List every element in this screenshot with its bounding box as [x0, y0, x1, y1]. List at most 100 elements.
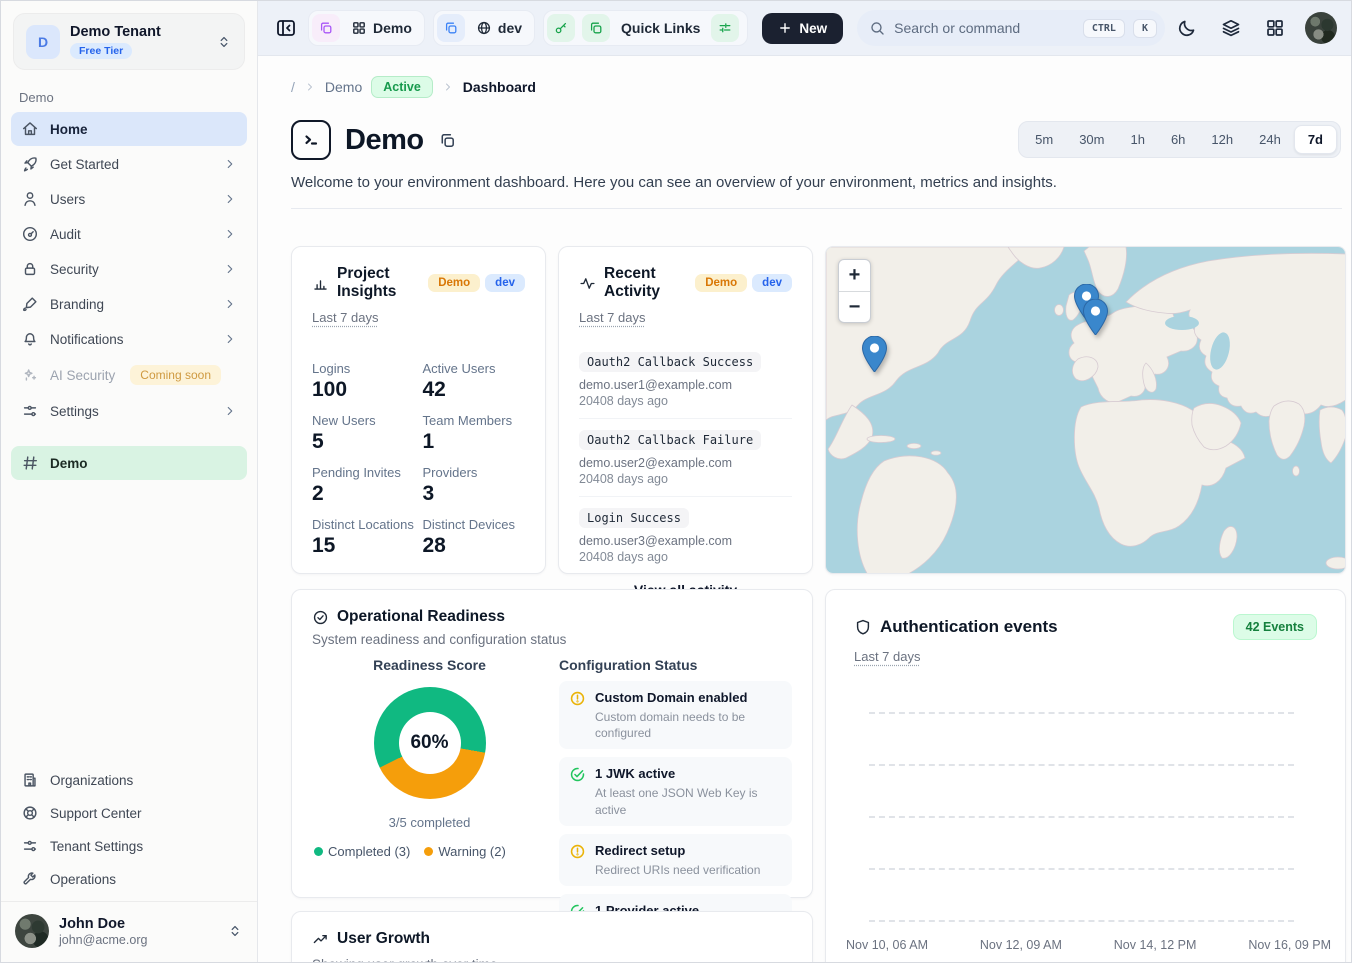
copy-icon[interactable] — [438, 131, 457, 150]
sidebar-item-audit[interactable]: Audit — [11, 217, 247, 251]
stat-new-users: New Users5 — [312, 413, 415, 454]
range-30m[interactable]: 30m — [1066, 126, 1117, 153]
sidebar-item-label: Operations — [50, 872, 116, 887]
event-user: demo.user2@example.com — [579, 456, 792, 470]
sidebar-item-label: Notifications — [50, 332, 124, 347]
environment-switcher-group: dev — [433, 10, 535, 46]
user-growth-card: User Growth Showing user growth over tim… — [291, 911, 813, 963]
environment-menu[interactable]: dev — [472, 20, 526, 36]
copy-environment-id-button[interactable] — [437, 14, 465, 42]
readiness-donut-chart: 60% — [374, 687, 486, 799]
account-avatar[interactable] — [1305, 12, 1337, 44]
range-5m[interactable]: 5m — [1022, 126, 1066, 153]
event-time: 20408 days ago — [579, 472, 792, 486]
user-name: John Doe — [59, 916, 217, 932]
sidebar-item-tenant-settings[interactable]: Tenant Settings — [11, 830, 247, 862]
event-name: Oauth2 Callback Success — [579, 352, 761, 372]
stat-active-users: Active Users42 — [423, 361, 526, 402]
sidebar-nav: Home Get Started Users Audit Security — [1, 109, 257, 483]
api-key-button[interactable] — [547, 14, 575, 42]
range-7d[interactable]: 7d — [1294, 125, 1337, 154]
stat-distinct-locations: Distinct Locations15 — [312, 517, 415, 558]
collapse-sidebar-button[interactable] — [272, 14, 300, 42]
period-label[interactable]: Last 7 days — [312, 310, 379, 325]
recent-activity-card: Recent Activity Demo dev Last 7 days Oau… — [558, 246, 813, 574]
chevron-right-icon — [223, 157, 237, 171]
chevron-right-icon — [223, 297, 237, 311]
sidebar-item-notifications[interactable]: Notifications — [11, 322, 247, 356]
topbar-actions — [1173, 12, 1337, 44]
range-24h[interactable]: 24h — [1246, 126, 1294, 153]
sidebar-item-environment-demo[interactable]: Demo — [11, 446, 247, 480]
sidebar-item-ai-security: AI Security Coming soon — [11, 357, 247, 393]
activity-item[interactable]: Oauth2 Callback Success demo.user1@examp… — [579, 341, 792, 419]
sidebar-item-operations[interactable]: Operations — [11, 863, 247, 895]
customize-quick-links-button[interactable] — [711, 14, 739, 42]
completed-caption: 3/5 completed — [312, 815, 547, 830]
event-name: Oauth2 Callback Failure — [579, 430, 761, 450]
project-name: Demo — [373, 20, 412, 36]
terminal-icon — [291, 120, 331, 160]
chevron-right-icon — [223, 404, 237, 418]
activity-item[interactable]: Oauth2 Callback Failure demo.user2@examp… — [579, 419, 792, 497]
rocket-icon — [21, 155, 39, 173]
sidebar-item-label: Branding — [50, 297, 104, 312]
range-1h[interactable]: 1h — [1117, 126, 1157, 153]
plus-icon — [778, 21, 792, 35]
dark-mode-toggle[interactable] — [1173, 14, 1201, 42]
chevron-right-icon — [223, 262, 237, 276]
user-menu[interactable]: John Doe john@acme.org — [1, 901, 257, 960]
range-6h[interactable]: 6h — [1158, 126, 1198, 153]
card-title: Project Insights — [337, 265, 420, 301]
map-marker-us[interactable] — [862, 336, 887, 372]
event-user: demo.user1@example.com — [579, 378, 792, 392]
tenant-switcher[interactable]: D Demo Tenant Free Tier — [13, 13, 245, 70]
chevron-up-down-icon — [227, 923, 243, 939]
copy-key-button[interactable] — [582, 14, 610, 42]
activity-icon — [579, 275, 596, 292]
sidebar-item-users[interactable]: Users — [11, 182, 247, 216]
x-tick: Nov 12, 09 AM — [980, 938, 1062, 952]
layers-icon[interactable] — [1217, 14, 1245, 42]
tenant-tier-badge: Free Tier — [70, 43, 132, 59]
legend-completed: Completed (3) — [314, 844, 410, 859]
new-button[interactable]: New — [762, 13, 843, 44]
search-input[interactable]: Search or command CTRL K — [857, 10, 1165, 46]
sidebar-item-label: Security — [50, 262, 99, 277]
sidebar-item-support-center[interactable]: Support Center — [11, 797, 247, 829]
period-label[interactable]: Last 7 days — [579, 310, 646, 325]
activity-item[interactable]: Login Success demo.user3@example.com 204… — [579, 497, 792, 574]
new-button-label: New — [799, 21, 827, 36]
quick-links-menu[interactable]: Quick Links — [617, 20, 704, 36]
zoom-out-button[interactable]: − — [839, 291, 870, 322]
breadcrumb-project[interactable]: Demo — [325, 79, 362, 95]
sidebar-item-label: Home — [50, 122, 88, 137]
sidebar-item-get-started[interactable]: Get Started — [11, 147, 247, 181]
zoom-in-button[interactable]: + — [839, 260, 870, 291]
trending-up-icon — [312, 931, 329, 948]
topbar: Demo dev Quick Links — [258, 1, 1351, 56]
breadcrumb-root[interactable]: / — [291, 79, 295, 95]
sidebar-item-settings[interactable]: Settings — [11, 394, 247, 428]
project-menu[interactable]: Demo — [347, 20, 416, 36]
sidebar-item-home[interactable]: Home — [11, 112, 247, 146]
building-icon — [21, 771, 39, 789]
copy-project-id-button[interactable] — [312, 14, 340, 42]
alert-circle-icon — [569, 843, 586, 860]
check-item: Redirect setupRedirect URIs need verific… — [559, 834, 792, 886]
sparkles-icon — [21, 366, 39, 384]
range-12h[interactable]: 12h — [1198, 126, 1246, 153]
sidebar-item-branding[interactable]: Branding — [11, 287, 247, 321]
period-label[interactable]: Last 7 days — [854, 649, 921, 664]
sidebar-item-security[interactable]: Security — [11, 252, 247, 286]
sidebar-item-label: Demo — [50, 456, 88, 471]
apps-grid-icon[interactable] — [1261, 14, 1289, 42]
map-marker-uk-2[interactable] — [1083, 299, 1108, 335]
sidebar-item-label: Audit — [50, 227, 81, 242]
hash-icon — [21, 454, 39, 472]
event-name: Login Success — [579, 508, 689, 528]
card-title: Authentication events — [880, 617, 1058, 637]
layout-grid-icon — [351, 20, 367, 36]
sidebar-item-organizations[interactable]: Organizations — [11, 764, 247, 796]
locations-map[interactable]: + − — [825, 246, 1346, 574]
